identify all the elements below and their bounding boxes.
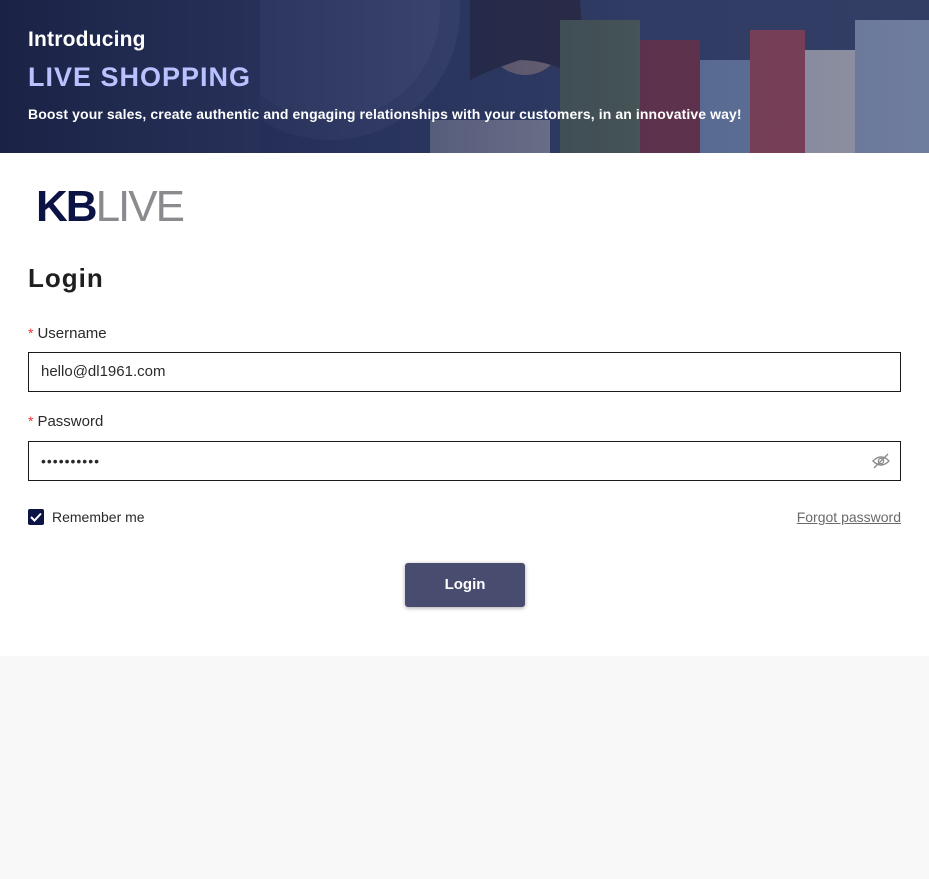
required-mark: * <box>28 413 34 429</box>
password-field[interactable]: •••••••••• <box>28 441 901 481</box>
login-button[interactable]: Login <box>405 563 525 607</box>
kblive-logo: KBLIVE <box>36 182 185 231</box>
username-value: hello@dl1961.com <box>41 363 166 380</box>
page-footer-area <box>0 656 929 879</box>
password-label-text: Password <box>37 413 104 430</box>
password-label: * Password <box>28 413 103 430</box>
hero-intro: Introducing <box>28 28 146 51</box>
hero-banner: Introducing LIVE SHOPPING Boost your sal… <box>0 0 929 153</box>
eye-slash-icon[interactable] <box>872 453 890 469</box>
remember-label: Remember me <box>52 509 145 525</box>
username-label-text: Username <box>37 325 107 342</box>
password-value: •••••••••• <box>41 453 101 469</box>
remember-checkbox[interactable] <box>28 509 44 525</box>
login-card: KBLIVE Login * Username hello@dl1961.com … <box>0 153 929 656</box>
page-title: Login <box>28 263 104 293</box>
hero-title: LIVE SHOPPING <box>28 62 252 92</box>
username-label: * Username <box>28 325 107 342</box>
logo-part-kb: KB <box>36 182 98 231</box>
username-field[interactable]: hello@dl1961.com <box>28 352 901 392</box>
remember-me[interactable]: Remember me <box>28 508 145 526</box>
checkmark-icon <box>30 512 42 522</box>
forgot-password-link[interactable]: Forgot password <box>797 509 901 525</box>
logo-part-live: LIVE <box>95 182 185 231</box>
required-mark: * <box>28 325 34 341</box>
hero-subtitle: Boost your sales, create authentic and e… <box>28 106 742 122</box>
